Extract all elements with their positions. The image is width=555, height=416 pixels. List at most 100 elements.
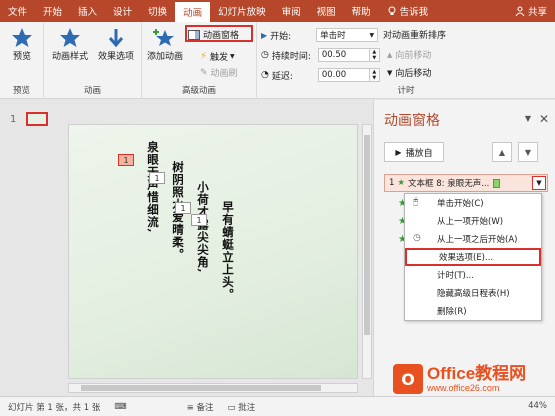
slide-edit-area: 泉眼无声惜细流, 树阴照水爱晴柔。 小荷才露尖尖角, 早有蜻蜓立上头。 1 1 … (60, 100, 373, 396)
play-from-button[interactable]: ▶ 播放自 (384, 142, 444, 162)
notes-button[interactable]: ≡ 备注 (187, 401, 214, 413)
start-select[interactable]: 单击时 ▼ (316, 28, 379, 42)
comments-button[interactable]: ▭ 批注 (227, 401, 255, 413)
tab-transitions[interactable]: 切换 (140, 0, 175, 22)
close-icon[interactable]: ✕ (539, 112, 549, 126)
move-up-button[interactable]: ▲ (492, 142, 512, 162)
tab-home[interactable]: 开始 (35, 0, 70, 22)
vscroll-thumb[interactable] (364, 135, 370, 335)
add-animation-button[interactable]: 添加动画 (146, 26, 184, 63)
slide-canvas[interactable]: 泉眼无声惜细流, 树阴照水爱晴柔。 小荷才露尖尖角, 早有蜻蜓立上头。 1 1 … (68, 124, 358, 379)
start-dropdown-icon: ▼ (369, 31, 375, 39)
poem-line-1[interactable]: 泉眼无声惜细流, (145, 141, 161, 234)
duration-label: 持续时间: (271, 51, 311, 62)
delay-label: 延迟: (271, 71, 293, 82)
tab-animations[interactable]: 动画 (175, 2, 211, 22)
group-timing: ▶ 开始: 单击时 ▼ ◷ 持续时间: 00.50 ▲ ▼ ◔ 延迟: 00.00… (257, 22, 555, 99)
slide-thumbnail[interactable] (26, 112, 48, 126)
item-label: 文本框 8: 泉眼无声... (408, 179, 490, 189)
lightning-icon: ⚡ (200, 51, 208, 62)
tell-me-search[interactable]: 告诉我 (379, 0, 437, 22)
animation-list-item[interactable]: 1 ★ 文本框 8: 泉眼无声... ▼ (384, 174, 548, 192)
animation-tag[interactable]: 1 (175, 202, 191, 214)
down-arrow-icon: ▼ (524, 147, 532, 157)
menu-hide-timeline[interactable]: 隐藏高级日程表(H) (405, 284, 541, 302)
reorder-heading: 对动画重新排序 (383, 31, 447, 41)
lightbulb-icon (388, 6, 396, 15)
preview-button[interactable]: 预览 (6, 26, 38, 63)
menu-label: 效果选项(E)... (439, 253, 494, 263)
menu-start-on-click[interactable]: 🖰 单击开始(C) (405, 194, 541, 212)
group-timing-label: 计时 (397, 86, 415, 96)
animation-tag[interactable]: 1 (191, 214, 207, 226)
accessibility-icon[interactable]: ⌨ (114, 402, 126, 412)
trigger-button[interactable]: ⚡ 触发 ▼ (200, 50, 235, 63)
delay-value: 00.00 (321, 70, 347, 80)
menu-start-after-previous[interactable]: ◷ 从上一项之后开始(A) (405, 230, 541, 248)
menu-label: 删除(R) (437, 307, 467, 317)
tab-design[interactable]: 设计 (105, 0, 140, 22)
poem-line-4[interactable]: 早有蜻蜓立上头。 (220, 201, 236, 301)
tab-help[interactable]: 帮助 (344, 0, 379, 22)
animation-tag[interactable]: 1 (118, 154, 134, 166)
animation-painter-label: 动画刷 (210, 69, 238, 79)
thumbnail-number: 1 (10, 114, 17, 125)
move-earlier-button[interactable]: ▲ 向前移动 (387, 48, 432, 62)
move-later-button[interactable]: ▼ 向后移动 (387, 66, 431, 80)
play-from-label: 播放自 (405, 148, 433, 159)
pane-button-highlight (185, 25, 253, 42)
item-dropdown-button[interactable]: ▼ (532, 176, 546, 190)
effect-options-label: 效果选项 (97, 52, 134, 62)
poem-line-3[interactable]: 小荷才露尖尖角, (195, 181, 211, 274)
move-up-icon: ▲ (387, 50, 393, 59)
start-row: ▶ 开始: 单击时 ▼ (261, 28, 379, 42)
zoom-level[interactable]: 44% (528, 401, 547, 411)
menu-timing[interactable]: 计时(T)... (405, 266, 541, 284)
tab-insert[interactable]: 插入 (70, 0, 105, 22)
office-logo-icon: O (393, 364, 423, 394)
menu-remove[interactable]: 删除(R) (405, 302, 541, 320)
share-button[interactable]: 共享 (507, 0, 555, 22)
duration-spinner[interactable]: ▲ ▼ (369, 48, 380, 62)
delay-spinner[interactable]: ▲ ▼ (369, 68, 380, 82)
notes-label: 备注 (196, 402, 214, 413)
animation-styles-label: 动画样式 (51, 52, 88, 62)
group-preview-label: 预览 (12, 86, 30, 96)
ribbon-tabbar: 文件 开始 插入 设计 切换 动画 幻灯片放映 审阅 视图 帮助 告诉我 共享 (0, 0, 555, 22)
start-value: 单击时 (320, 31, 346, 41)
slide-thumbnail-pane: 1 (0, 100, 60, 396)
tab-review[interactable]: 审阅 (274, 0, 309, 22)
person-icon (515, 6, 525, 16)
animation-pane: 动画窗格 ▼ ✕ ▶ 播放自 ▲ ▼ 1 ★ 文本框 8: 泉眼无声... ▼ … (373, 100, 555, 396)
comment-icon: ▭ (227, 402, 239, 413)
brush-icon: ✎ (200, 67, 208, 78)
pane-title: 动画窗格 (384, 113, 440, 129)
tab-slideshow[interactable]: 幻灯片放映 (210, 0, 274, 22)
move-down-button[interactable]: ▼ (518, 142, 538, 162)
ribbon: 预览 预览 动画样式 效果选项 动画 添加动画 动画窗格 ⚡ 触发 ▼ ✎ 动画… (0, 22, 555, 99)
pane-options-icon[interactable]: ▼ (525, 114, 531, 123)
move-earlier-label: 向前移动 (395, 51, 432, 61)
animation-painter-button[interactable]: ✎ 动画刷 (200, 66, 238, 80)
animation-styles-button[interactable]: 动画样式 (50, 26, 90, 63)
vertical-scrollbar[interactable] (362, 124, 372, 379)
delay-clock-icon: ◔ (261, 70, 269, 80)
notes-icon: ≡ (186, 402, 197, 413)
clock-icon: ◷ (413, 233, 421, 243)
item-number: 1 (389, 178, 395, 188)
hscroll-thumb[interactable] (81, 385, 321, 391)
menu-start-with-previous[interactable]: 从上一项开始(W) (405, 212, 541, 230)
group-advanced-animation: 添加动画 动画窗格 ⚡ 触发 ▼ ✎ 动画刷 高级动画 (142, 22, 257, 99)
menu-label: 从上一项之后开始(A) (437, 235, 518, 245)
delay-input[interactable]: 00.00 (317, 68, 370, 82)
tab-view[interactable]: 视图 (309, 0, 344, 22)
up-arrow-icon: ▲ (498, 147, 506, 157)
group-animation: 动画样式 效果选项 动画 (44, 22, 142, 99)
animation-tag[interactable]: 1 (149, 172, 165, 184)
horizontal-scrollbar[interactable] (68, 383, 358, 393)
duration-input[interactable]: 00.50 (317, 48, 370, 62)
effect-options-button[interactable]: 效果选项 (94, 26, 138, 63)
tab-file[interactable]: 文件 (0, 0, 35, 22)
tell-me-label: 告诉我 (399, 7, 429, 18)
menu-effect-options[interactable]: 效果选项(E)... (405, 248, 541, 266)
